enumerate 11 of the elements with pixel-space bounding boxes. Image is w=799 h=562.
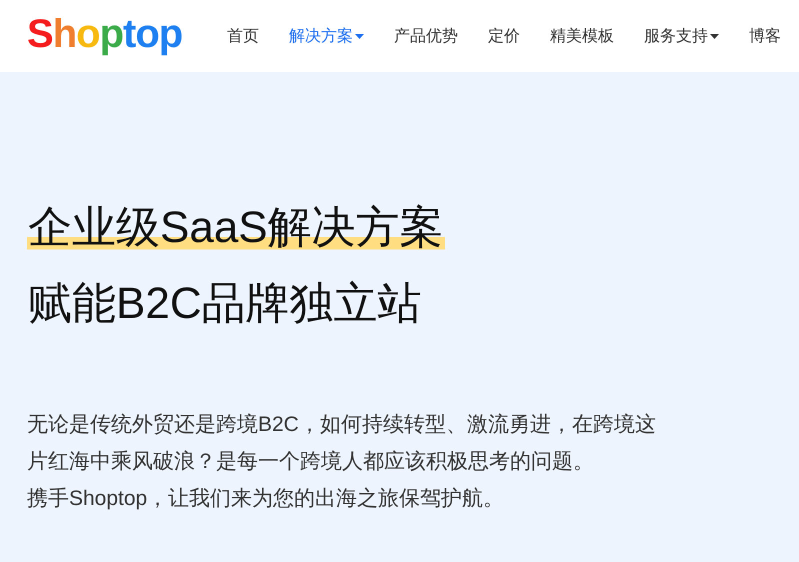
headline: 赋能B2C品牌独立站 <box>27 278 423 330</box>
nav-link[interactable]: 解决方案 <box>274 26 380 46</box>
nav-link[interactable]: 产品优势 <box>379 26 474 46</box>
nav-link[interactable]: 服务支持 <box>629 26 734 46</box>
nav-link[interactable]: 定价 <box>473 26 536 46</box>
shoptop-logo[interactable]: Shoptop <box>27 14 182 58</box>
nav-link[interactable]: 首页 <box>212 26 274 46</box>
nav-link[interactable]: 博客 <box>734 26 796 46</box>
intro-paragraph: 无论是传统外贸还是跨境B2C，如何持续转型、激流勇进，在跨境这片红海中乘风破浪？是每一个跨境人都应该积极思考的问题。 <box>27 412 657 475</box>
intro-paragraph: 携手Shoptop，让我们来为您的出海之旅保驾护航。 <box>27 486 506 512</box>
nav-link[interactable]: 精美模板 <box>535 26 630 46</box>
